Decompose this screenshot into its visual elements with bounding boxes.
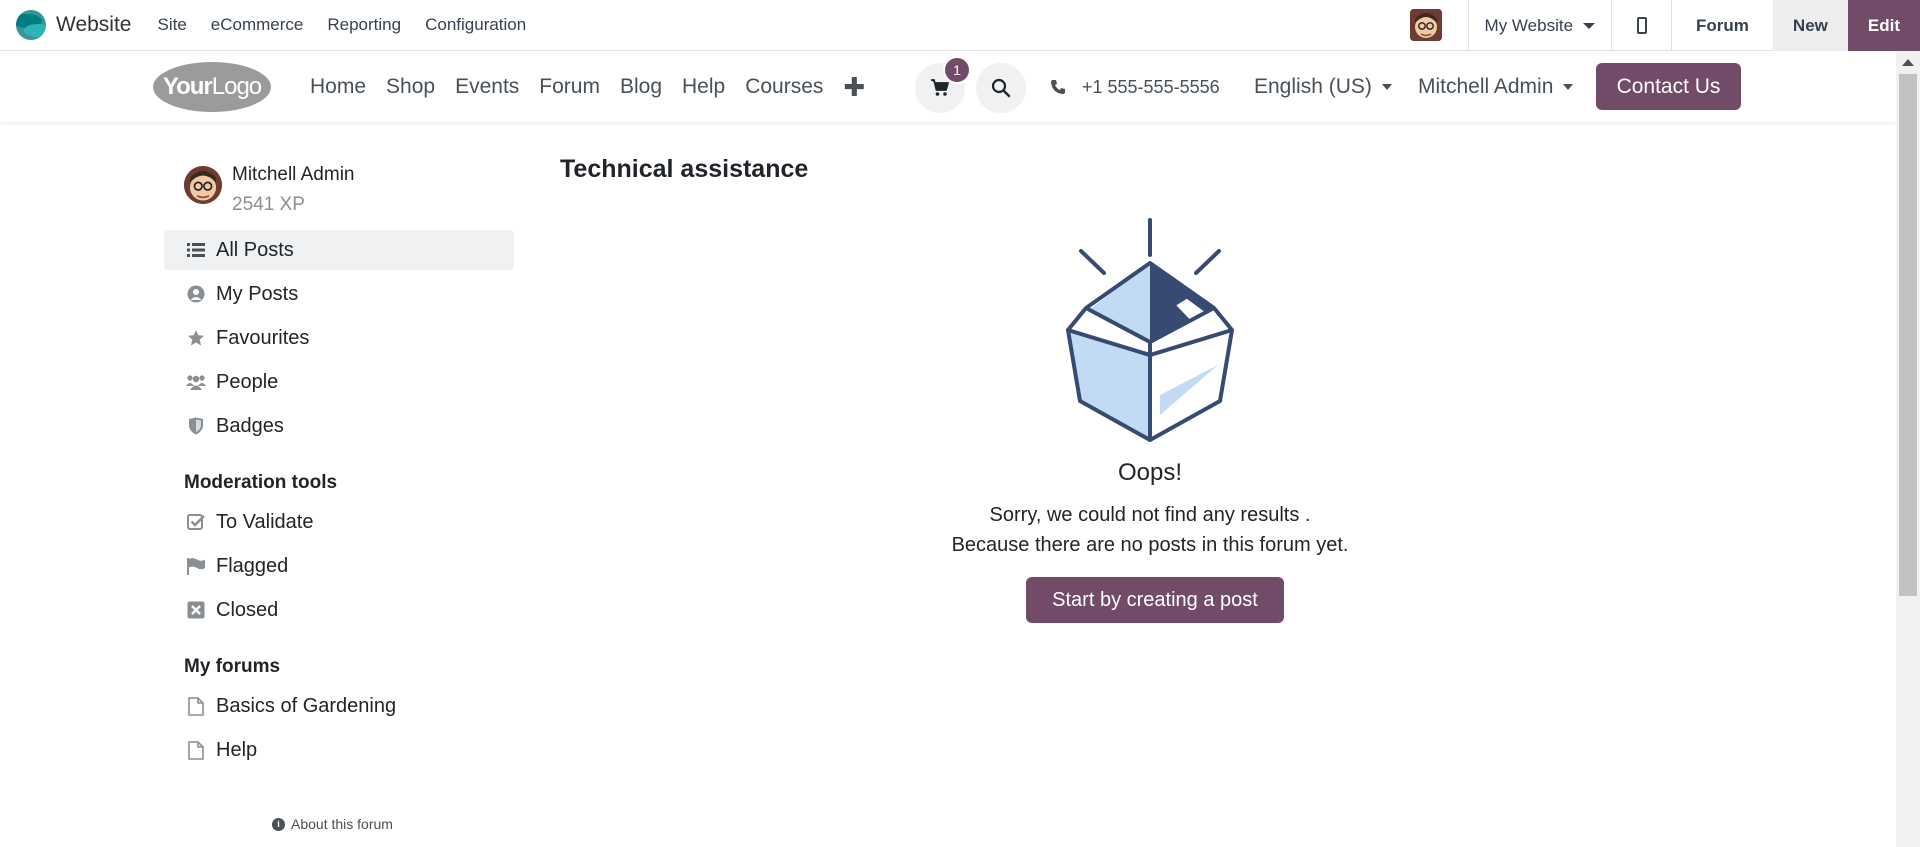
cart-icon (931, 79, 949, 96)
mobile-preview-button[interactable] (1611, 0, 1671, 51)
sidebar-item-to-validate[interactable]: To Validate (164, 502, 514, 542)
sidebar-item-favourites[interactable]: Favourites (164, 318, 514, 358)
admin-menu-reporting[interactable]: Reporting (315, 15, 413, 35)
website-app-icon (16, 10, 46, 40)
new-button[interactable]: New (1772, 0, 1848, 51)
admin-menu-site[interactable]: Site (145, 15, 198, 35)
main-nav: Home Shop Events Forum Blog Help Courses… (300, 51, 875, 123)
close-square-icon (186, 600, 206, 620)
sidebar-item-label: Flagged (216, 554, 289, 577)
logo-main-text: Your (162, 73, 213, 100)
caret-down-icon (1563, 84, 1574, 90)
mobile-icon (1636, 17, 1647, 34)
website-switcher[interactable]: My Website (1467, 0, 1612, 51)
sidebar-item-all-posts[interactable]: All Posts (164, 230, 514, 270)
flag-icon (186, 556, 206, 576)
website-header: Your Logo Home Shop Events Forum Blog Hel… (0, 51, 1896, 123)
sidebar-nav: All Posts My Posts Favourites People Bad… (164, 230, 514, 774)
sidebar-item-help[interactable]: Help (164, 730, 514, 770)
shield-icon (186, 416, 206, 436)
info-icon: i (272, 817, 285, 831)
sidebar-item-basics-of-gardening[interactable]: Basics of Gardening (164, 686, 514, 726)
empty-state-line-1: Sorry, we could not find any results . (989, 504, 1311, 526)
phone-link[interactable]: +1 555-555-5556 (1050, 51, 1220, 123)
caret-down-icon (1583, 22, 1596, 29)
sidebar-item-label: All Posts (216, 238, 294, 261)
language-label: English (US) (1254, 75, 1372, 98)
sidebar-item-label: Help (216, 738, 258, 761)
user-profile[interactable]: Mitchell Admin 2541 XP (184, 164, 355, 216)
app-name: Website (56, 13, 132, 36)
nav-events[interactable]: Events (445, 75, 529, 99)
nav-help[interactable]: Help (672, 75, 735, 99)
admin-navbar: Website Site eCommerce Reporting Configu… (0, 0, 1920, 51)
sidebar-item-label: People (216, 370, 279, 393)
admin-menu-ecommerce[interactable]: eCommerce (199, 15, 316, 35)
star-icon (186, 328, 206, 348)
language-selector[interactable]: English (US) (1254, 51, 1392, 123)
phone-icon (1051, 80, 1065, 94)
page-title: Technical assistance (560, 155, 809, 183)
empty-box-illustration (1066, 218, 1234, 442)
my-forums-heading: My forums (184, 656, 281, 677)
moderation-tools-heading: Moderation tools (184, 472, 338, 493)
nav-shop[interactable]: Shop (376, 75, 445, 99)
cart-count-badge: 1 (943, 56, 971, 84)
sidebar-item-closed[interactable]: Closed (164, 590, 514, 630)
empty-state-line-2: Because there are no posts in this forum… (951, 534, 1349, 556)
sidebar-item-my-posts[interactable]: My Posts (164, 274, 514, 314)
scrollbar-thumb[interactable] (1899, 74, 1917, 596)
admin-menu-configuration[interactable]: Configuration (413, 15, 538, 35)
website-switcher-label: My Website (1484, 15, 1574, 35)
user-account-label: Mitchell Admin (1418, 75, 1554, 98)
cart-button[interactable]: 1 (915, 56, 971, 113)
sidebar-item-label: Badges (216, 414, 284, 437)
file-icon (186, 740, 206, 760)
empty-state-title: Oops! (1117, 459, 1183, 486)
sidebar-item-badges[interactable]: Badges (164, 406, 514, 446)
users-icon (186, 372, 206, 392)
search-icon (991, 78, 1011, 98)
plus-icon[interactable]: ✚ (833, 72, 875, 103)
user-avatar[interactable] (1409, 9, 1442, 41)
nav-courses[interactable]: Courses (735, 75, 833, 99)
user-account-dropdown[interactable]: Mitchell Admin (1418, 51, 1574, 123)
empty-state-message: Sorry, we could not find any results . B… (850, 500, 1450, 560)
about-forum-label: About this forum (291, 816, 393, 832)
logo-sub-text: Logo (211, 73, 262, 100)
create-post-button[interactable]: Start by creating a post (1026, 577, 1284, 623)
sidebar-item-label: Closed (216, 598, 279, 621)
edit-button[interactable]: Edit (1847, 0, 1920, 51)
about-forum-link[interactable]: i About this forum (272, 816, 393, 832)
scroll-up-arrow-icon[interactable] (1902, 59, 1914, 66)
avatar-face-icon (184, 166, 222, 204)
avatar (184, 166, 222, 204)
sidebar-item-people[interactable]: People (164, 362, 514, 402)
nav-blog[interactable]: Blog (610, 75, 672, 99)
sidebar-item-label: Favourites (216, 326, 310, 349)
forum-button[interactable]: Forum (1671, 0, 1773, 51)
nav-home[interactable]: Home (300, 75, 376, 99)
phone-number: +1 555-555-5556 (1082, 76, 1220, 97)
file-icon (186, 696, 206, 716)
caret-down-icon (1381, 84, 1392, 90)
avatar-face-icon (1409, 9, 1442, 41)
sidebar-item-label: Basics of Gardening (216, 694, 397, 717)
list-icon (186, 240, 206, 260)
sidebar-item-label: To Validate (216, 510, 314, 533)
sidebar-item-label: My Posts (216, 282, 299, 305)
site-logo[interactable]: Your Logo (153, 62, 271, 112)
nav-forum[interactable]: Forum (529, 75, 610, 99)
app-brand[interactable]: Website (16, 0, 131, 51)
user-circle-icon (186, 284, 206, 304)
admin-menu: Site eCommerce Reporting Configuration (145, 15, 538, 35)
check-square-icon (186, 512, 206, 532)
sidebar-item-flagged[interactable]: Flagged (164, 546, 514, 586)
profile-xp: 2541 XP (232, 194, 305, 215)
search-button[interactable] (976, 63, 1026, 113)
profile-name: Mitchell Admin (232, 164, 355, 185)
contact-us-button[interactable]: Contact Us (1596, 63, 1741, 110)
